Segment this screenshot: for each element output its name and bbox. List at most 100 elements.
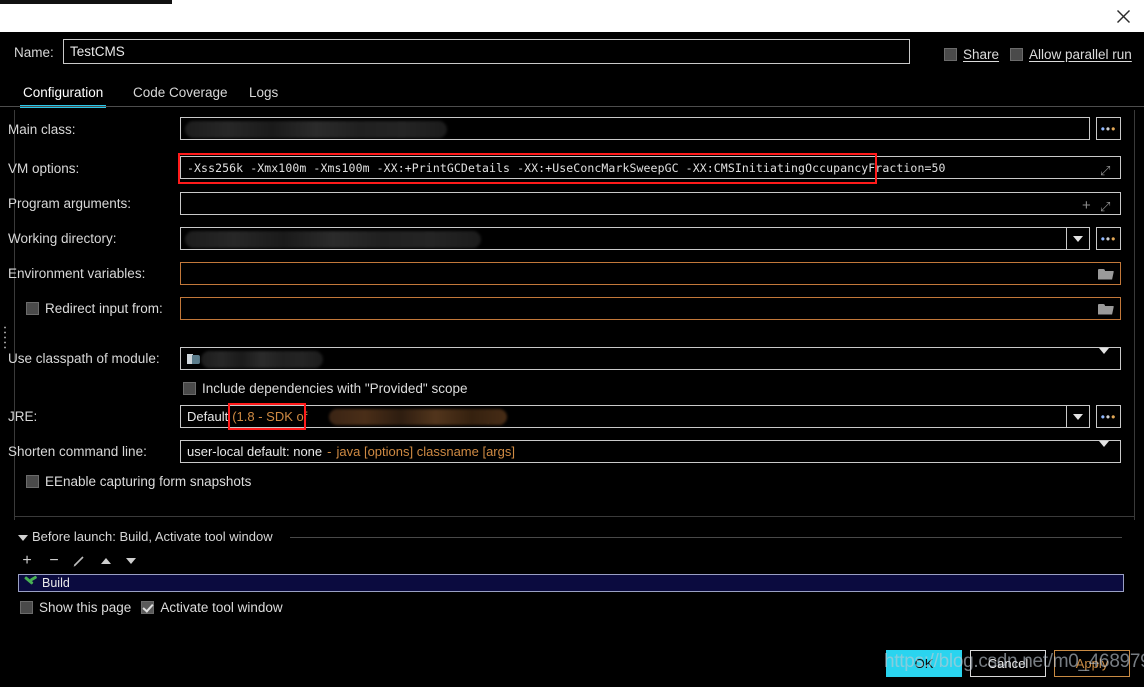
activate-tool-window-checkbox-row[interactable]: Activate tool window [141,600,283,615]
apply-button[interactable]: Apply [1054,650,1130,677]
form-snapshots-text: Enable capturing form snapshots [54,474,252,489]
activate-tool-window-label: Activate tool window [160,600,283,615]
program-arguments-expand-icon[interactable]: ⤢ [1100,199,1110,215]
title-bar [0,0,1144,32]
program-arguments-input[interactable] [180,192,1121,215]
shorten-value-dash: - [327,444,332,459]
activate-tool-window-checkbox[interactable] [141,601,155,614]
shorten-command-line-label: Shorten command line: [8,444,147,459]
environment-variables-label: Environment variables: [8,266,146,281]
vm-options-expand-icon[interactable]: ⤢ [1100,163,1110,179]
redirect-input-checkbox[interactable] [26,302,39,315]
form-snapshots-checkbox-row[interactable]: EEnable capturing form snapshots [26,474,251,489]
tab-bar: Configuration Code Coverage Logs [0,78,1144,108]
environment-variables-input[interactable] [180,262,1121,285]
move-task-down-button[interactable] [120,550,142,572]
jre-browse-button[interactable]: ••• [1096,405,1121,428]
classpath-module-redaction [201,351,323,368]
before-launch-options: Show this page Activate tool window [20,600,283,615]
folder-icon[interactable] [1098,303,1114,315]
hammer-icon [23,577,37,590]
share-checkbox[interactable] [944,48,957,61]
close-icon[interactable] [1106,0,1140,32]
tab-code-coverage[interactable]: Code Coverage [130,78,231,106]
show-this-page-checkbox-row[interactable]: Show this page [20,600,131,615]
jre-select[interactable]: Default (1.8 - SDK of ) [180,405,1090,428]
tab-bottom-border [0,106,1144,107]
minus-icon: − [49,552,59,569]
form-snapshots-checkbox[interactable] [26,475,39,488]
module-icon [187,353,200,365]
vm-options-label: VM options: [8,161,80,176]
ok-button[interactable]: OK [886,650,962,677]
ellipsis-icon: ••• [1100,231,1117,246]
pencil-icon [73,556,84,567]
main-class-redaction [185,121,447,138]
triangle-up-icon [101,558,111,564]
folder-icon[interactable] [1098,268,1114,280]
shorten-command-line-select[interactable]: user-local default: none - java [options… [180,440,1121,463]
working-directory-redaction [185,231,481,248]
main-class-input[interactable] [180,117,1090,140]
before-launch-divider [290,537,1122,538]
chevron-down-icon [1073,413,1083,420]
include-dependencies-checkbox[interactable] [183,382,196,395]
classpath-module-select[interactable] [180,347,1121,370]
redirect-input-field[interactable] [180,297,1121,320]
tab-logs-label: Logs [249,84,279,100]
chevron-down-icon [1073,235,1083,242]
name-label: Name: [14,45,54,60]
remove-task-button[interactable]: − [43,550,65,572]
tab-code-coverage-label: Code Coverage [133,84,228,100]
tab-configuration-label: Configuration [23,84,104,100]
working-directory-dropdown-button[interactable] [1066,227,1090,250]
include-dependencies-checkbox-row[interactable]: Include dependencies with "Provided" sco… [183,381,468,396]
program-arguments-label: Program arguments: [8,196,132,211]
redirect-input-checkbox-row[interactable]: Redirect input from: [26,301,163,316]
before-launch-title: Before launch: Build, Activate tool wind… [32,529,279,544]
main-class-label: Main class: [8,122,76,137]
shorten-command-line-dropdown-icon[interactable] [1099,441,1109,465]
tab-configuration[interactable]: Configuration [20,78,107,108]
share-checkbox-row[interactable]: Share [944,47,999,62]
edit-task-button[interactable] [68,550,90,572]
jre-label: JRE: [8,409,38,424]
name-input[interactable] [63,39,910,64]
move-task-up-button[interactable] [95,550,117,572]
classpath-module-label: Use classpath of module: [8,351,160,366]
form-snapshots-label: EEnable capturing form snapshots [45,474,252,489]
main-class-browse-button[interactable]: ••• [1096,117,1121,140]
before-launch-toolbar: + − [0,550,500,574]
form-bottom-border [14,516,1134,517]
ellipsis-icon: ••• [1100,121,1117,136]
before-launch-section-header: Before launch: Build, Activate tool wind… [0,528,1144,548]
allow-parallel-run-label: Allow parallel run [1029,47,1132,62]
working-directory-browse-button[interactable]: ••• [1096,227,1121,250]
cancel-button[interactable]: Cancel [970,650,1046,677]
vm-options-value: -Xss256k -Xmx100m -Xms100m -XX:+PrintGCD… [187,160,946,175]
working-directory-label: Working directory: [8,231,117,246]
triangle-down-icon [126,558,136,564]
list-item[interactable]: Build [18,574,1124,592]
triangle-down-icon[interactable] [18,535,28,541]
share-label: Share [963,47,1000,62]
allow-parallel-run-checkbox[interactable] [1010,48,1023,61]
redirect-input-label: Redirect input from: [45,301,163,316]
allow-parallel-run-checkbox-row[interactable]: Allow parallel run [1010,47,1132,62]
program-arguments-add-icon[interactable]: + [1082,197,1091,214]
show-this-page-checkbox[interactable] [20,601,33,614]
shorten-value-primary: user-local default: none [187,444,323,459]
classpath-module-dropdown-icon[interactable] [1099,348,1109,372]
run-debug-configurations-dialog: Name: Share Allow parallel run Configura… [0,0,1144,687]
jre-dropdown-button[interactable] [1066,405,1090,428]
add-task-button[interactable]: + [16,550,38,572]
jre-value-primary: Default [187,409,229,424]
plus-icon: + [22,552,32,569]
tab-logs[interactable]: Logs [246,78,281,106]
vm-options-input[interactable]: -Xss256k -Xmx100m -Xms100m -XX:+PrintGCD… [180,156,1121,179]
build-task-label: Build [42,576,70,590]
include-dependencies-label: Include dependencies with "Provided" sco… [202,381,468,396]
working-directory-input[interactable] [180,227,1090,250]
show-this-page-label: Show this page [39,600,132,615]
jre-path-redaction [329,409,507,425]
